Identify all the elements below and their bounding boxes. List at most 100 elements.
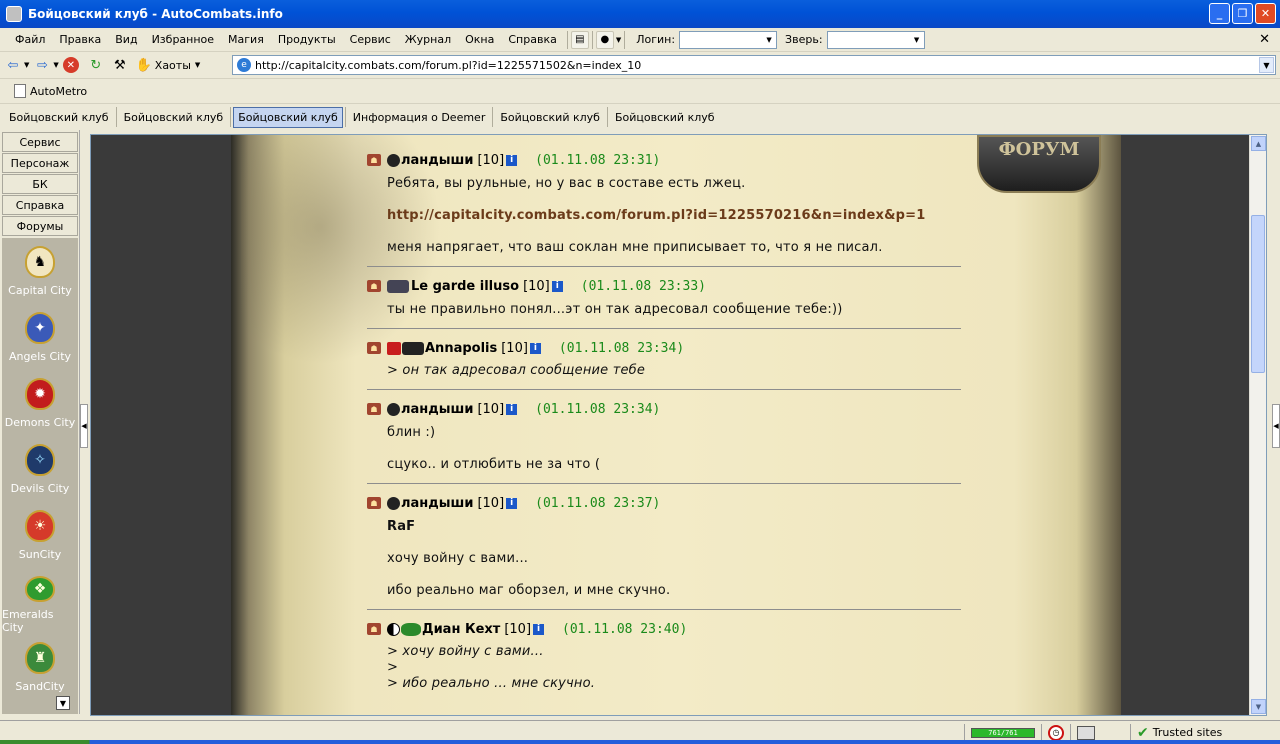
inventory-icon[interactable]: ▤ [570,30,589,49]
chevron-down-icon[interactable]: ▼ [195,61,200,69]
scroll-up-icon[interactable]: ▲ [1251,136,1266,151]
post-quote: > [387,660,399,675]
sidebar-button-help[interactable]: Справка [2,195,78,215]
tab-fight-club-2[interactable]: Бойцовский клуб [119,107,229,128]
info-icon[interactable]: i [533,623,545,635]
chevron-down-icon[interactable]: ▼ [24,61,29,69]
app-icon [6,6,22,22]
menu-file[interactable]: Файл [8,33,52,46]
scroll-down-button[interactable]: ▼ [56,696,70,710]
emeralds-city-emblem-icon: ❖ [25,576,55,602]
menu-products[interactable]: Продукты [271,33,343,46]
city-angels[interactable]: ✦ Angels City [2,304,78,370]
timer-indicator[interactable]: ◷ [1041,723,1070,742]
city-capital[interactable]: ♞ Capital City [2,238,78,304]
sidebar-button-service[interactable]: Сервис [2,132,78,152]
vertical-scrollbar[interactable]: ▲ ▼ [1249,135,1266,715]
tab-fight-club-5[interactable]: Бойцовский клуб [610,107,720,128]
chaos-button[interactable]: Хаоты [155,59,191,72]
url-text[interactable]: http://capitalcity.combats.com/forum.pl?… [255,59,641,72]
post-author[interactable]: Annapolis [425,341,497,356]
chevron-down-icon[interactable]: ▼ [1259,57,1274,73]
chevron-down-icon[interactable]: ▼ [616,36,621,44]
info-icon[interactable]: i [506,403,518,415]
city-devils[interactable]: ✧ Devils City [2,436,78,502]
chevron-down-icon[interactable]: ▼ [911,33,923,47]
sidebar-button-forums[interactable]: Форумы [2,216,78,236]
tab-bar: Бойцовский клуб Бойцовский клуб Бойцовск… [0,104,1280,130]
post-author[interactable]: Диан Кехт [422,622,500,637]
menu-view[interactable]: Вид [108,33,144,46]
beast-select[interactable]: ▼ [826,30,925,49]
scroll-thumb[interactable] [1251,215,1265,373]
alignment-icon[interactable] [387,496,400,510]
tab-fight-club-4[interactable]: Бойцовский клуб [495,107,605,128]
alignment-icon[interactable] [387,279,409,293]
info-icon[interactable]: i [551,280,563,292]
clan-icon[interactable]: ☗ [367,342,381,354]
menu-edit[interactable]: Правка [52,33,108,46]
coins-icon[interactable]: ● [595,30,614,49]
info-icon[interactable]: i [529,342,541,354]
clan-icon[interactable]: ☗ [367,154,381,166]
menu-help[interactable]: Справка [501,33,563,46]
clan-icon[interactable]: ☗ [367,497,381,509]
post-author[interactable]: ландыши [401,496,473,511]
post-level: [10] [477,495,505,511]
alignment-icon[interactable] [387,402,400,416]
post-author[interactable]: Le garde illuso [411,279,519,294]
clan-icon[interactable]: ☗ [367,623,381,635]
chaos-icon[interactable]: ✋ [133,55,155,75]
tab-deemer-info[interactable]: Информация о Deemer [348,107,491,128]
restore-button[interactable]: ❐ [1232,3,1253,24]
post-author[interactable]: ландыши [401,153,473,168]
sidebar-button-bk[interactable]: БК [2,174,78,194]
collapse-left-button[interactable]: ◀ [80,404,88,448]
login-select[interactable]: ▼ [679,30,778,49]
menu-favorites[interactable]: Избранное [145,33,221,46]
post-author[interactable]: ландыши [401,402,473,417]
alignment-icon[interactable] [387,622,400,636]
close-icon[interactable]: ✕ [1259,32,1270,47]
collapse-right-button[interactable]: ◀ [1272,404,1280,448]
stop-icon[interactable]: ✕ [62,57,79,73]
address-input[interactable]: e http://capitalcity.combats.com/forum.p… [232,55,1276,75]
clan-icon[interactable]: ☗ [367,280,381,292]
chevron-down-icon[interactable]: ▼ [763,33,775,47]
menu-journal[interactable]: Журнал [398,33,458,46]
tools-icon[interactable]: ⚒ [109,55,131,75]
menu-magic[interactable]: Магия [221,33,271,46]
city-sand[interactable]: ♜ SandCity [2,634,78,700]
post-date: (01.11.08 23:33) [580,278,706,294]
back-icon[interactable]: ⇦ [2,55,24,75]
clan-icon[interactable]: ☗ [367,403,381,415]
sidebar-button-character[interactable]: Персонаж [2,153,78,173]
post-link[interactable]: http://capitalcity.combats.com/forum.pl?… [387,207,961,224]
alignment-icon[interactable] [387,341,401,355]
post-level: [10] [501,340,528,356]
chevron-down-icon[interactable]: ▼ [53,61,58,69]
forward-icon[interactable]: ⇨ [31,55,53,75]
link-autometro[interactable]: AutoMetro [30,85,87,98]
post-body: Ребята, вы рульные, но у вас в составе е… [367,175,961,256]
post-list: ☗ ландыши [10] i (01.11.08 23:31) Ребята… [367,149,961,710]
city-sun[interactable]: ☀ SunCity [2,502,78,568]
close-button[interactable]: ✕ [1255,3,1276,24]
alignment-icon[interactable] [387,153,400,167]
tab-fight-club-1[interactable]: Бойцовский клуб [4,107,114,128]
minimize-button[interactable]: _ [1209,3,1230,24]
menu-service[interactable]: Сервис [343,33,398,46]
info-icon[interactable]: i [506,497,518,509]
scroll-down-icon[interactable]: ▼ [1251,699,1266,714]
refresh-icon[interactable]: ↻ [85,55,107,75]
city-demons[interactable]: ✹ Demons City [2,370,78,436]
clock-icon: ◷ [1048,724,1064,741]
tab-fight-club-3[interactable]: Бойцовский клуб [233,106,343,128]
menu-windows[interactable]: Окна [458,33,501,46]
security-zone: ✔ Trusted sites [1130,723,1280,742]
city-emeralds[interactable]: ❖ Emeralds City [2,568,78,634]
post-text: блин :) [387,425,436,440]
post-date-value: 01.11.08 23:34 [566,340,677,356]
info-icon[interactable]: i [506,154,518,166]
post-date: (01.11.08 23:31) [535,152,661,168]
